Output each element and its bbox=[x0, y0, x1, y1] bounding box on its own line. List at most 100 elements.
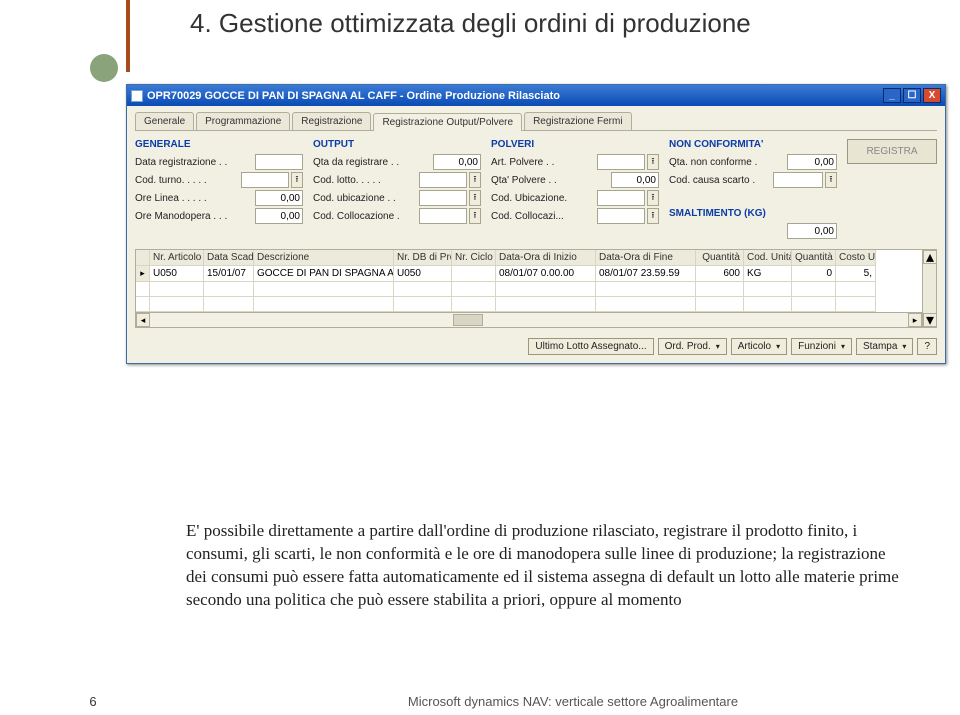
table-row[interactable]: U050 15/01/07 GOCCE DI PAN DI SPAGNA AL … bbox=[136, 266, 922, 282]
btn-ord-prod[interactable]: Ord. Prod. bbox=[658, 338, 727, 355]
scroll-right-icon[interactable]: ▸ bbox=[908, 313, 922, 327]
btn-funzioni[interactable]: Funzioni bbox=[791, 338, 852, 355]
group-registra: REGISTRA bbox=[847, 139, 937, 241]
tab-registrazione[interactable]: Registrazione bbox=[292, 112, 371, 130]
horizontal-scrollbar[interactable]: ◂ ▸ bbox=[136, 312, 922, 327]
dropdown-icon bbox=[839, 341, 845, 352]
lookup-cod-collocazione-out[interactable]: ⭱ bbox=[469, 208, 481, 224]
lookup-cod-causa-scarto[interactable]: ⭱ bbox=[825, 172, 837, 188]
col-header-data-scadenza[interactable]: Data Scadenza bbox=[204, 250, 254, 266]
input-cod-lotto[interactable] bbox=[419, 172, 467, 188]
scroll-track[interactable] bbox=[150, 313, 908, 327]
label-cod-ubicazione-out: Cod. ubicazione . . bbox=[313, 193, 417, 204]
col-header-costo[interactable]: Costo Unitario bbox=[836, 250, 876, 266]
lookup-cod-collocazi-pol[interactable]: ⭱ bbox=[647, 208, 659, 224]
group-polveri: POLVERI Art. Polvere . . ⭱ Qta' Polvere … bbox=[491, 139, 659, 241]
label-qta-non-conforme: Qta. non conforme . bbox=[669, 157, 785, 168]
input-cod-collocazione-out[interactable] bbox=[419, 208, 467, 224]
cell-inizio: 08/01/07 0.00.00 bbox=[496, 266, 596, 282]
btn-help[interactable]: ? bbox=[917, 338, 937, 355]
col-header-fine[interactable]: Data-Ora di Fine bbox=[596, 250, 696, 266]
col-header-inizio[interactable]: Data-Ora di Inizio bbox=[496, 250, 596, 266]
input-cod-ubicazione-out[interactable] bbox=[419, 190, 467, 206]
tab-strip: Generale Programmazione Registrazione Re… bbox=[135, 112, 937, 131]
tab-registrazione-fermi[interactable]: Registrazione Fermi bbox=[524, 112, 631, 130]
col-header-nr-articolo[interactable]: Nr. Articolo bbox=[150, 250, 204, 266]
input-qta-polvere[interactable] bbox=[611, 172, 659, 188]
col-header-um[interactable]: Cod. Unità di Misura bbox=[744, 250, 792, 266]
group-title-smaltimento: SMALTIMENTO (KG) bbox=[669, 208, 837, 219]
tab-generale[interactable]: Generale bbox=[135, 112, 194, 130]
input-data-registrazione[interactable] bbox=[255, 154, 303, 170]
cell-data-scadenza: 15/01/07 bbox=[204, 266, 254, 282]
col-header-descrizione[interactable]: Descrizione bbox=[254, 250, 394, 266]
grid-header-row: Nr. Articolo Data Scadenza Descrizione N… bbox=[136, 250, 922, 266]
lookup-cod-ubicazione-pol[interactable]: ⭱ bbox=[647, 190, 659, 206]
label-qta-da-registrare: Qta da registrare . . bbox=[313, 157, 431, 168]
col-header-residua[interactable]: Quantità Residua bbox=[792, 250, 836, 266]
input-cod-ubicazione-pol[interactable] bbox=[597, 190, 645, 206]
group-title-generale: GENERALE bbox=[135, 139, 303, 150]
slide-footer: 6 Microsoft dynamics NAV: verticale sett… bbox=[0, 694, 960, 709]
group-generale: GENERALE Data registrazione . . Cod. tur… bbox=[135, 139, 303, 241]
input-ore-linea[interactable] bbox=[255, 190, 303, 206]
app-icon bbox=[131, 90, 143, 102]
lookup-art-polvere[interactable]: ⭱ bbox=[647, 154, 659, 170]
input-smaltimento[interactable] bbox=[787, 223, 837, 239]
page-number: 6 bbox=[0, 694, 186, 709]
col-header-nr-db[interactable]: Nr. DB di Produzione bbox=[394, 250, 452, 266]
lookup-cod-lotto[interactable]: ⭱ bbox=[469, 172, 481, 188]
slide-accent-circle bbox=[90, 54, 118, 82]
input-cod-causa-scarto[interactable] bbox=[773, 172, 823, 188]
maximize-button[interactable]: ☐ bbox=[903, 88, 921, 103]
registra-button[interactable]: REGISTRA bbox=[847, 139, 937, 164]
window-title: OPR70029 GOCCE DI PAN DI SPAGNA AL CAFF … bbox=[147, 90, 560, 102]
input-cod-collocazi-pol[interactable] bbox=[597, 208, 645, 224]
window-action-bar: Ultimo Lotto Assegnato... Ord. Prod. Art… bbox=[135, 338, 937, 355]
input-ore-manodopera[interactable] bbox=[255, 208, 303, 224]
scroll-left-icon[interactable]: ◂ bbox=[136, 313, 150, 327]
lookup-cod-turno[interactable]: ⭱ bbox=[291, 172, 303, 188]
group-title-nonconf: NON CONFORMITA' bbox=[669, 139, 837, 150]
tab-programmazione[interactable]: Programmazione bbox=[196, 112, 290, 130]
cell-nr-articolo: U050 bbox=[150, 266, 204, 282]
lookup-cod-ubicazione-out[interactable]: ⭱ bbox=[469, 190, 481, 206]
scroll-thumb[interactable] bbox=[453, 314, 483, 326]
cell-residua: 0 bbox=[792, 266, 836, 282]
scroll-up-icon[interactable]: ▴ bbox=[923, 250, 937, 264]
table-row[interactable] bbox=[136, 282, 922, 297]
label-cod-lotto: Cod. lotto. . . . . bbox=[313, 175, 417, 186]
group-title-output: OUTPUT bbox=[313, 139, 481, 150]
cell-um: KG bbox=[744, 266, 792, 282]
btn-ultimo-lotto[interactable]: Ultimo Lotto Assegnato... bbox=[528, 338, 653, 355]
table-row[interactable] bbox=[136, 297, 922, 312]
grid-row-selector-header bbox=[136, 250, 150, 266]
label-ore-manodopera: Ore Manodopera . . . bbox=[135, 211, 253, 222]
label-cod-causa-scarto: Cod. causa scarto . bbox=[669, 175, 771, 186]
scroll-down-icon[interactable]: ▾ bbox=[923, 313, 937, 327]
tab-registrazione-output[interactable]: Registrazione Output/Polvere bbox=[373, 113, 522, 131]
label-cod-collocazi-pol: Cod. Collocazi... bbox=[491, 211, 595, 222]
slide-accent-bar bbox=[126, 0, 130, 72]
vertical-scrollbar[interactable]: ▴ ▾ bbox=[922, 250, 936, 327]
input-art-polvere[interactable] bbox=[597, 154, 645, 170]
group-output: OUTPUT Qta da registrare . . Cod. lotto.… bbox=[313, 139, 481, 241]
label-cod-turno: Cod. turno. . . . . bbox=[135, 175, 239, 186]
input-cod-turno[interactable] bbox=[241, 172, 289, 188]
col-header-nr-ciclo[interactable]: Nr. Ciclo bbox=[452, 250, 496, 266]
cell-costo: 5, bbox=[836, 266, 876, 282]
label-qta-polvere: Qta' Polvere . . bbox=[491, 175, 609, 186]
label-ore-linea: Ore Linea . . . . . bbox=[135, 193, 253, 204]
dropdown-icon bbox=[900, 341, 906, 352]
close-button[interactable]: X bbox=[923, 88, 941, 103]
input-qta-non-conforme[interactable] bbox=[787, 154, 837, 170]
label-cod-collocazione-out: Cod. Collocazione . bbox=[313, 211, 417, 222]
minimize-button[interactable]: _ bbox=[883, 88, 901, 103]
dropdown-icon bbox=[714, 341, 720, 352]
label-art-polvere: Art. Polvere . . bbox=[491, 157, 595, 168]
col-header-quantita[interactable]: Quantità bbox=[696, 250, 744, 266]
input-qta-da-registrare[interactable] bbox=[433, 154, 481, 170]
btn-stampa[interactable]: Stampa bbox=[856, 338, 913, 355]
btn-articolo[interactable]: Articolo bbox=[731, 338, 787, 355]
label-data-registrazione: Data registrazione . . bbox=[135, 157, 253, 168]
